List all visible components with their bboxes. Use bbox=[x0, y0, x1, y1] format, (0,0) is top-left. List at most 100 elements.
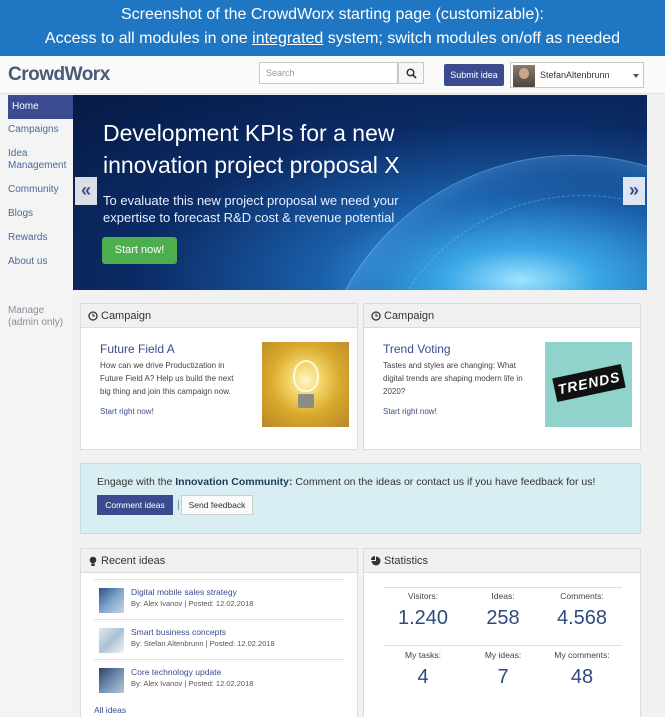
idea-thumbnail bbox=[99, 588, 124, 613]
comment-ideas-button[interactable]: Comment ideas bbox=[97, 495, 173, 515]
hero-subtitle-line-1: To evaluate this new project proposal we… bbox=[103, 193, 399, 208]
app-header: CrowdWorx Search Submit idea StefanAlten… bbox=[0, 56, 665, 94]
send-feedback-button[interactable]: Send feedback bbox=[181, 495, 253, 515]
hero-subtitle-line-2: expertise to forecast R&D cost & revenue… bbox=[103, 210, 395, 225]
statistics-header-label: Statistics bbox=[384, 555, 429, 567]
stat-label: Visitors: bbox=[407, 591, 439, 601]
campaign-description-line: Future Field A? Help us build the next bbox=[100, 374, 234, 383]
lightbulb-image bbox=[262, 342, 349, 427]
engage-text: Engage with the Innovation Community: Co… bbox=[97, 476, 595, 488]
recent-ideas-panel: Recent ideas Digital mobile sales strate… bbox=[80, 548, 358, 717]
stat-my-comments: My comments: 48 bbox=[542, 650, 622, 689]
stats-divider bbox=[384, 645, 622, 646]
campaign-start-link[interactable]: Start right now! bbox=[383, 407, 437, 416]
campaign-description-line: Tastes and styles are changing: What bbox=[383, 361, 516, 370]
submit-idea-button[interactable]: Submit idea bbox=[444, 64, 504, 86]
idea-meta: By: Alex Ivanov | Posted: 12.02.2018 bbox=[131, 679, 254, 688]
campaign-description-line: big thing and join this campaign now. bbox=[100, 387, 231, 396]
pie-chart-icon bbox=[371, 556, 381, 566]
search-icon bbox=[406, 68, 417, 79]
clock-icon bbox=[88, 311, 98, 321]
chevron-down-icon bbox=[633, 74, 639, 78]
stat-value: 48 bbox=[570, 666, 594, 688]
lightbulb-glass bbox=[293, 360, 319, 392]
sidebar-item-idea-management[interactable]: Idea Management bbox=[8, 148, 70, 172]
recent-ideas-header-label: Recent ideas bbox=[101, 555, 166, 567]
list-item[interactable]: Core technology update By: Alex Ivanov |… bbox=[94, 659, 344, 697]
campaign-description-line: 2020? bbox=[383, 387, 406, 396]
crowdworx-logo[interactable]: CrowdWorx bbox=[8, 64, 110, 86]
start-now-button[interactable]: Start now! bbox=[102, 237, 177, 264]
campaign-card-header: Campaign bbox=[364, 304, 640, 328]
stat-ideas: Ideas: 258 bbox=[463, 591, 543, 630]
idea-meta: By: Alex Ivanov | Posted: 12.02.2018 bbox=[131, 599, 254, 608]
sidebar-item-rewards[interactable]: Rewards bbox=[8, 232, 73, 244]
search-input[interactable]: Search bbox=[259, 62, 398, 84]
engage-text-post: Comment on the ideas or contact us if yo… bbox=[292, 476, 596, 488]
campaign-card: Campaign Future Field A How can we drive… bbox=[80, 303, 358, 450]
campaign-card: Campaign Trend Voting Tastes and styles … bbox=[363, 303, 641, 450]
caption-line-2: Access to all modules in one integrated … bbox=[0, 30, 665, 48]
user-name: StefanAltenbrunn bbox=[540, 70, 610, 80]
stats-divider bbox=[384, 587, 622, 588]
user-menu[interactable]: StefanAltenbrunn bbox=[510, 62, 644, 88]
campaign-description-line: How can we drive Productization in bbox=[100, 361, 225, 370]
all-ideas-link[interactable]: All ideas bbox=[94, 705, 126, 715]
caption-line-2-post: system; switch modules on/off as needed bbox=[323, 30, 621, 47]
recent-ideas-header: Recent ideas bbox=[81, 549, 357, 573]
campaign-title[interactable]: Future Field A bbox=[100, 342, 175, 356]
stat-value: 4.568 bbox=[556, 607, 608, 629]
idea-title[interactable]: Smart business concepts bbox=[131, 627, 226, 637]
clock-icon bbox=[371, 311, 381, 321]
statistics-panel: Statistics Visitors: 1.240 Ideas: 258 Co… bbox=[363, 548, 641, 717]
trends-image-label: TRENDS bbox=[552, 363, 626, 403]
engage-community-box: Engage with the Innovation Community: Co… bbox=[80, 463, 641, 534]
stat-visitors: Visitors: 1.240 bbox=[383, 591, 463, 630]
stat-comments: Comments: 4.568 bbox=[542, 591, 622, 630]
carousel-next-button[interactable]: » bbox=[623, 177, 645, 205]
idea-thumbnail bbox=[99, 668, 124, 693]
stat-value: 4 bbox=[417, 666, 429, 688]
caption-banner: Screenshot of the CrowdWorx starting pag… bbox=[0, 0, 665, 56]
sidebar-item-home[interactable]: Home bbox=[8, 95, 73, 119]
avatar bbox=[513, 65, 535, 87]
caption-line-2-pre: Access to all modules in one bbox=[44, 30, 253, 47]
hero-title-line-1: Development KPIs for a new bbox=[103, 120, 395, 146]
sidebar-item-manage[interactable]: Manage (admin only) bbox=[8, 305, 68, 329]
list-item[interactable]: Digital mobile sales strategy By: Alex I… bbox=[94, 579, 344, 617]
campaign-description-line: digital trends are shaping modern life i… bbox=[383, 374, 523, 383]
stat-label: Ideas: bbox=[491, 591, 515, 601]
stat-my-ideas: My ideas: 7 bbox=[463, 650, 543, 689]
sidebar-item-about-us[interactable]: About us bbox=[8, 256, 73, 268]
sidebar-item-blogs[interactable]: Blogs bbox=[8, 208, 73, 220]
sidebar-item-community[interactable]: Community bbox=[8, 184, 73, 196]
stat-label: My tasks: bbox=[405, 650, 441, 660]
stat-label: My ideas: bbox=[484, 650, 522, 660]
sidebar-item-campaigns[interactable]: Campaigns bbox=[8, 124, 73, 136]
caption-line-2-underlined: integrated bbox=[252, 30, 324, 47]
campaign-card-header-label: Campaign bbox=[384, 310, 435, 322]
trends-image: TRENDS bbox=[545, 342, 632, 427]
carousel-prev-button[interactable]: « bbox=[75, 177, 97, 205]
idea-title[interactable]: Digital mobile sales strategy bbox=[131, 587, 237, 597]
idea-meta: By: Stefan Altenbrunn | Posted: 12.02.20… bbox=[131, 639, 275, 648]
idea-title[interactable]: Core technology update bbox=[131, 667, 221, 677]
caption-line-1: Screenshot of the CrowdWorx starting pag… bbox=[120, 6, 544, 23]
stat-label: My comments: bbox=[554, 650, 610, 660]
list-item[interactable]: Smart business concepts By: Stefan Alten… bbox=[94, 619, 344, 657]
statistics-header: Statistics bbox=[364, 549, 640, 573]
idea-thumbnail bbox=[99, 628, 124, 653]
campaign-start-link[interactable]: Start right now! bbox=[100, 407, 154, 416]
campaign-card-header: Campaign bbox=[81, 304, 357, 328]
engage-text-bold: Innovation Community: bbox=[175, 476, 293, 488]
stat-value: 258 bbox=[486, 607, 520, 629]
campaign-card-header-label: Campaign bbox=[101, 310, 152, 322]
lightbulb-icon bbox=[89, 556, 97, 566]
search-button[interactable] bbox=[398, 62, 424, 84]
stat-label: Comments: bbox=[560, 591, 604, 601]
stat-value: 7 bbox=[497, 666, 509, 688]
hero-title-line-2: innovation project proposal X bbox=[103, 152, 400, 178]
stat-value: 1.240 bbox=[397, 607, 449, 629]
sidebar: Home Campaigns Idea Management Community… bbox=[0, 95, 73, 717]
campaign-title[interactable]: Trend Voting bbox=[383, 342, 451, 356]
